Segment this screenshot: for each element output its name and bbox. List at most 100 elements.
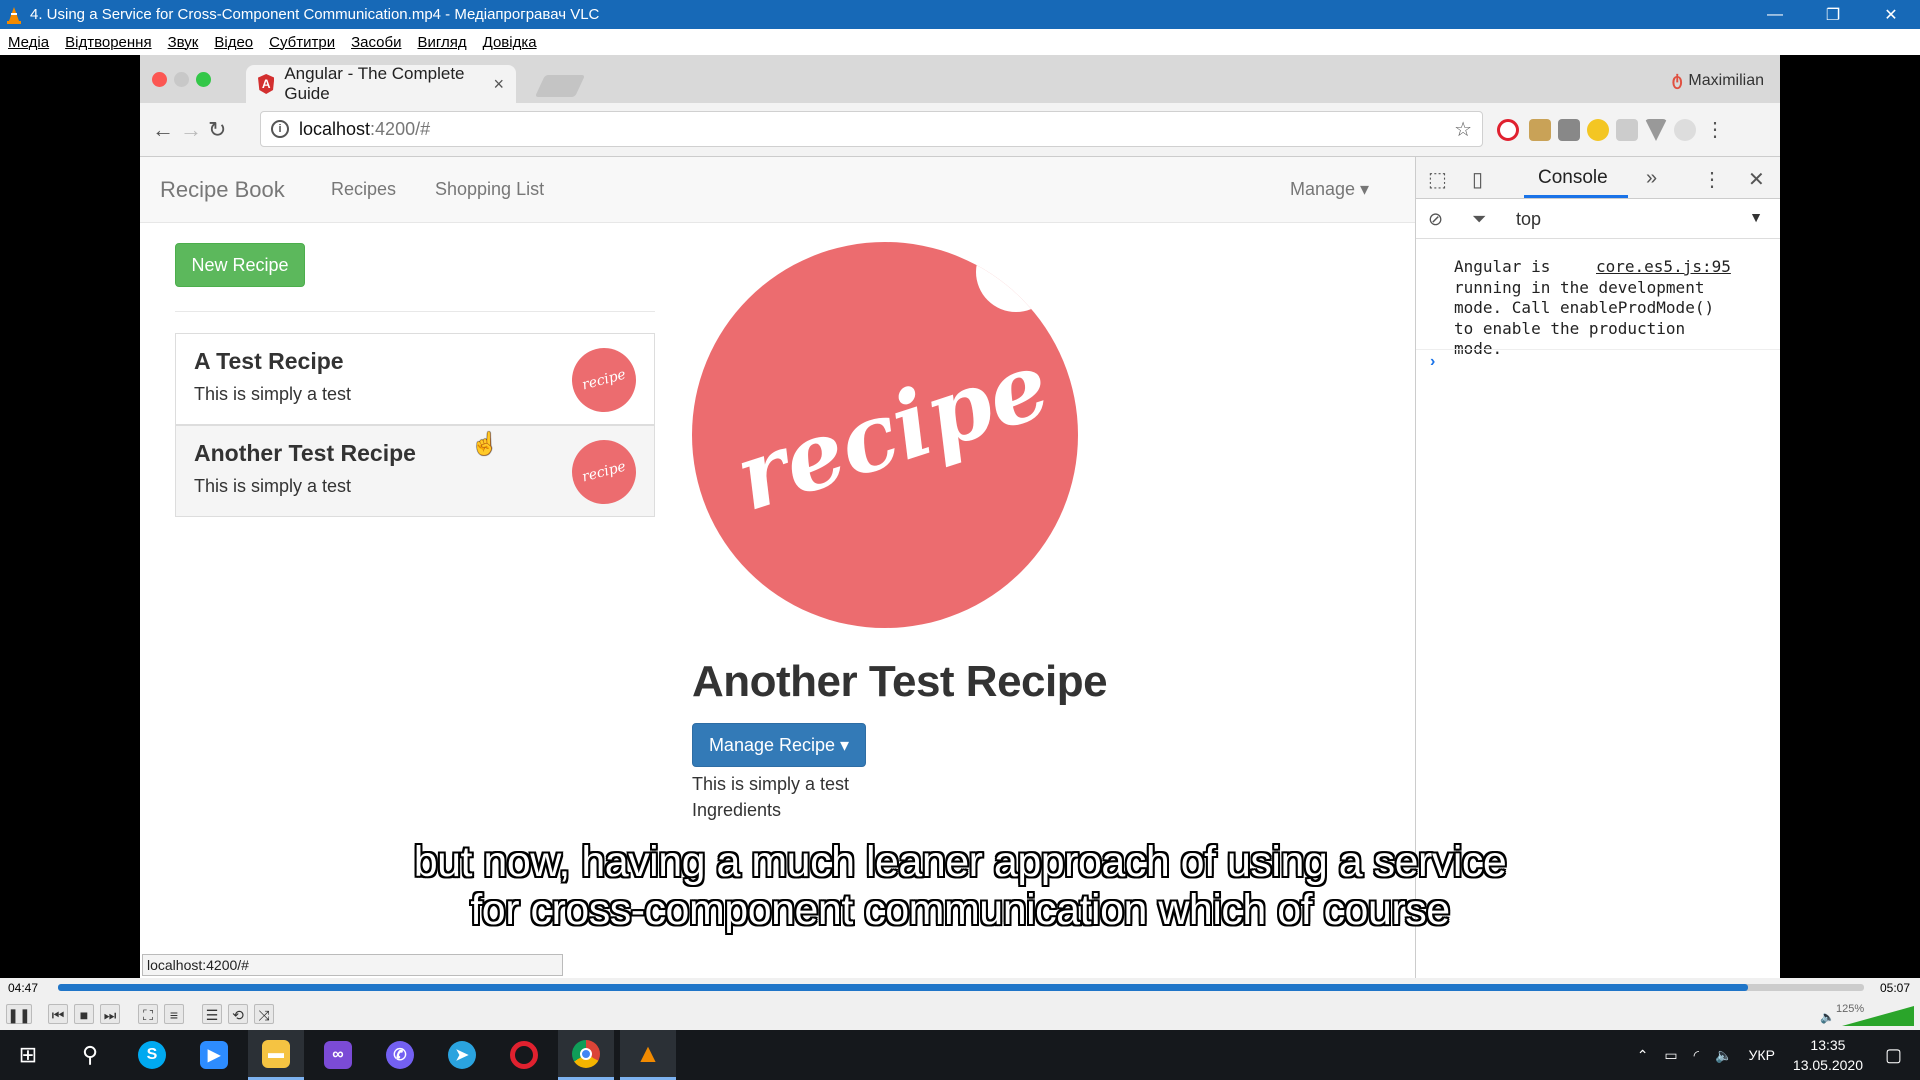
console-source-link[interactable]: core.es5.js:95 (1596, 257, 1731, 276)
vlc-cone-icon (7, 6, 21, 24)
manage-recipe-button[interactable]: Manage Recipe ▾ (692, 723, 866, 767)
tab-close-icon[interactable]: × (493, 74, 504, 95)
more-tabs-icon[interactable]: » (1646, 167, 1657, 190)
volume-slider[interactable]: 🔈 125% (1820, 1003, 1914, 1026)
tab-title: Angular - The Complete Guide (284, 64, 465, 103)
volume-tray-icon[interactable]: 🔈 (1715, 1047, 1732, 1064)
restore-button[interactable]: ❐ (1804, 5, 1862, 25)
opera-icon[interactable] (496, 1030, 552, 1080)
tray-chevron-icon[interactable]: ⌃ (1637, 1047, 1649, 1064)
nav-shopping-list[interactable]: Shopping List (435, 179, 544, 200)
file-explorer-icon[interactable]: ▬ (248, 1030, 304, 1080)
menu-audio[interactable]: Звук (160, 34, 207, 51)
console-prompt[interactable]: › (1430, 353, 1435, 371)
wifi-icon[interactable]: ◜ (1694, 1047, 1699, 1064)
menu-help[interactable]: Довідка (475, 34, 545, 51)
profile-icon: ტ (1671, 72, 1683, 89)
pause-icon[interactable]: ❚❚ (6, 1004, 32, 1024)
recipe-description: This is simply a test (194, 384, 352, 404)
grid-extension-icon[interactable] (1616, 119, 1638, 141)
recipe-list-item[interactable]: A Test Recipe This is simply a test reci… (175, 333, 655, 425)
thumbnail-word: recipe (580, 366, 628, 394)
browser-tab-strip: A Angular - The Complete Guide × ტ Maximi… (140, 55, 1780, 103)
opera-extension-icon[interactable] (1497, 119, 1519, 141)
profile-badge[interactable]: ტ Maximilian (1672, 70, 1764, 90)
clock-time: 13:35 (1810, 1037, 1846, 1053)
recipe-description: This is simply a test (194, 476, 352, 496)
telegram-icon[interactable]: ➤ (434, 1030, 490, 1080)
speaker-icon[interactable]: 🔈 (1820, 1010, 1835, 1024)
vlc-taskbar-icon[interactable]: ▲ (620, 1030, 676, 1080)
back-icon[interactable]: ← (152, 117, 174, 143)
menu-video[interactable]: Відео (206, 34, 261, 51)
screen: { "vlc": { "title": "4. Using a Service … (0, 0, 1920, 1080)
moon-extension-icon[interactable] (1587, 119, 1609, 141)
eyedropper-extension-icon[interactable] (1529, 119, 1551, 141)
manage-dropdown[interactable]: Manage ▾ (1290, 179, 1369, 200)
close-dot-icon (152, 72, 167, 87)
zoom-icon[interactable]: ▶ (186, 1030, 242, 1080)
browser-tab[interactable]: A Angular - The Complete Guide × (246, 64, 516, 103)
brand-link[interactable]: Recipe Book (160, 177, 285, 203)
eq-icon[interactable]: ≡ (164, 1004, 184, 1024)
subtitle-line: for cross-component communication which … (470, 886, 1450, 934)
image-word: recipe (723, 329, 1062, 532)
clock[interactable]: 13:35 13.05.2020 (1793, 1035, 1863, 1075)
nav-recipes[interactable]: Recipes (331, 179, 396, 200)
seek-bar[interactable] (58, 984, 1864, 991)
browser-menu-icon[interactable]: ⋮ (1705, 117, 1725, 142)
next-icon[interactable]: ⏭ (100, 1004, 120, 1024)
viber-icon[interactable]: ✆ (372, 1030, 428, 1080)
new-tab-button[interactable] (534, 75, 586, 97)
inspect-element-icon[interactable]: ⬚ (1428, 167, 1447, 192)
visual-studio-icon[interactable]: ∞ (310, 1030, 366, 1080)
new-recipe-button[interactable]: New Recipe (175, 243, 305, 287)
minimize-button[interactable]: — (1746, 6, 1804, 24)
filter-icon[interactable]: ⏷ (1472, 209, 1486, 230)
extension-icon[interactable] (1558, 119, 1580, 141)
fullscreen-icon[interactable]: ⛶ (138, 1004, 158, 1024)
menu-tools[interactable]: Засоби (343, 34, 409, 51)
menu-subtitle[interactable]: Субтитри (261, 34, 343, 51)
battery-icon[interactable]: ▭ (1664, 1047, 1677, 1064)
vue-extension-icon[interactable] (1645, 119, 1667, 141)
browser-toolbar: ← → ↻ i localhost:4200/# ☆ ⋮ (140, 103, 1780, 157)
profile-name: Maximilian (1688, 72, 1764, 89)
vlc-menu-bar: Медіа Відтворення Звук Відео Субтитри За… (0, 29, 1920, 55)
search-icon[interactable]: ⚲ (62, 1030, 118, 1080)
ghost-extension-icon[interactable] (1674, 119, 1696, 141)
context-dropdown-icon[interactable]: ▼ (1749, 209, 1763, 225)
url-host: localhost (299, 118, 371, 139)
stop-icon[interactable]: ■ (74, 1004, 94, 1024)
thumbnail-word: recipe (580, 458, 628, 486)
clear-console-icon[interactable]: ⊘ (1428, 209, 1443, 230)
reload-icon[interactable]: ↻ (208, 117, 226, 143)
total-time: 05:07 (1879, 981, 1910, 995)
prev-icon[interactable]: ⏮ (48, 1004, 68, 1024)
close-button[interactable]: ✕ (1862, 5, 1920, 25)
close-devtools-icon[interactable]: ✕ (1748, 167, 1765, 192)
forward-icon[interactable]: → (180, 117, 202, 143)
info-icon[interactable]: i (271, 120, 289, 138)
language-indicator[interactable]: УКР (1749, 1047, 1775, 1063)
skype-icon[interactable]: S (124, 1030, 180, 1080)
minimize-dot-icon (174, 72, 189, 87)
windows-start-icon[interactable]: ⊞ (0, 1030, 56, 1080)
device-toolbar-icon[interactable]: ▯ (1472, 167, 1483, 192)
notifications-icon[interactable]: ▢ (1885, 1045, 1902, 1066)
chrome-icon[interactable] (558, 1030, 614, 1080)
devtools-menu-icon[interactable]: ⋮ (1702, 167, 1722, 192)
playlist-icon[interactable]: ☰ (202, 1004, 222, 1024)
console-filter-bar: ⊘ ⏷ top ▼ (1416, 199, 1780, 239)
tab-console[interactable]: Console (1538, 167, 1608, 189)
shuffle-icon[interactable]: ⤨ (254, 1004, 274, 1024)
loop-icon[interactable]: ⟲ (228, 1004, 248, 1024)
menu-playback[interactable]: Відтворення (57, 34, 159, 51)
bookmark-star-icon[interactable]: ☆ (1454, 117, 1472, 142)
recipe-list-item[interactable]: Another Test Recipe This is simply a tes… (175, 425, 655, 517)
menu-view[interactable]: Вигляд (409, 34, 474, 51)
context-selector[interactable]: top (1516, 209, 1541, 230)
subtitle-line: but now, having a much leaner approach o… (413, 838, 1507, 886)
address-bar[interactable]: i localhost:4200/# ☆ (260, 111, 1483, 147)
menu-media[interactable]: Медіа (0, 34, 57, 51)
